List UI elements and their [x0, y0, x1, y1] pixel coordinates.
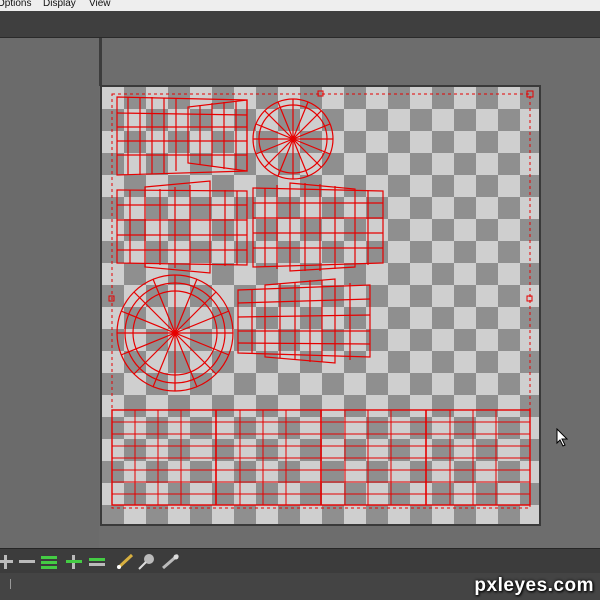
menu-options[interactable]: Options: [0, 0, 31, 9]
brush-icon[interactable]: [115, 553, 135, 570]
menu-view[interactable]: View: [89, 0, 111, 9]
barrel-side-shell-1[interactable]: [116, 96, 248, 176]
uv-editor-header: [0, 11, 600, 38]
panel-divider[interactable]: [99, 38, 102, 86]
stack-icon[interactable]: [40, 553, 58, 570]
uv-wireframe[interactable]: [100, 85, 541, 526]
status-separator: [10, 579, 11, 589]
pin-icon[interactable]: [137, 553, 159, 570]
uv-toolbar: [0, 548, 600, 574]
barrel-band-strip[interactable]: [111, 409, 531, 506]
minus-icon[interactable]: [18, 553, 36, 570]
barrel-side-shell-2[interactable]: [116, 180, 248, 274]
add-icon[interactable]: [65, 553, 83, 570]
minus-icon[interactable]: [88, 553, 106, 570]
barrel-cap-shell-bottom[interactable]: [116, 274, 234, 392]
add-icon[interactable]: [0, 553, 14, 570]
barrel-side-shell-3[interactable]: [252, 182, 384, 272]
watermark: pxleyes.com: [474, 575, 594, 596]
menu-bar: Options Display View: [0, 0, 600, 11]
mouse-cursor-icon: [556, 428, 569, 447]
pencil-icon[interactable]: [161, 553, 181, 570]
side-panel: [0, 38, 99, 548]
uv-editor-viewport[interactable]: [100, 85, 541, 526]
barrel-side-shell-4[interactable]: [237, 278, 371, 364]
barrel-cap-shell-top[interactable]: [252, 98, 334, 180]
menu-display[interactable]: Display: [43, 0, 76, 9]
